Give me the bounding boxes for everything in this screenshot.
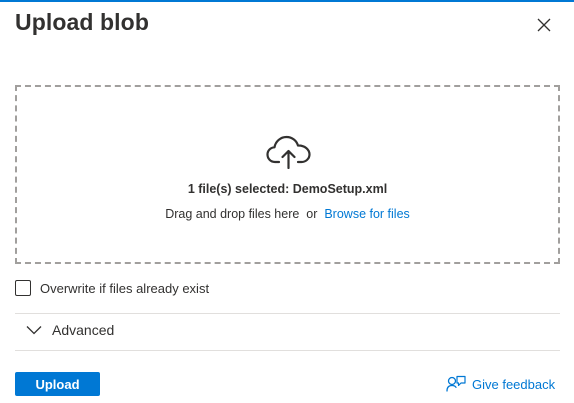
advanced-toggle[interactable]: Advanced: [26, 322, 114, 338]
upload-button[interactable]: Upload: [15, 372, 100, 396]
divider-bottom: [15, 350, 560, 351]
give-feedback-label[interactable]: Give feedback: [472, 377, 555, 392]
overwrite-checkbox[interactable]: [15, 280, 31, 296]
dialog-title: Upload blob: [15, 9, 149, 35]
give-feedback-link[interactable]: Give feedback: [446, 375, 555, 393]
drag-drop-text: Drag and drop files here: [165, 207, 300, 221]
or-text: or: [306, 207, 318, 221]
divider-top: [15, 313, 560, 314]
drag-drop-hint: Drag and drop files here or Browse for f…: [17, 207, 558, 221]
overwrite-option[interactable]: Overwrite if files already exist: [15, 280, 209, 296]
close-button[interactable]: [532, 13, 556, 37]
browse-files-link[interactable]: Browse for files: [324, 207, 409, 221]
feedback-icon: [446, 375, 466, 392]
selected-files-text: 1 file(s) selected: DemoSetup.xml: [187, 182, 388, 196]
file-dropzone[interactable]: 1 file(s) selected: DemoSetup.xml Drag a…: [15, 85, 560, 264]
chevron-down-icon: [26, 326, 42, 335]
close-icon: [537, 18, 551, 32]
advanced-label: Advanced: [52, 322, 115, 338]
top-accent-bar: [0, 0, 574, 2]
overwrite-label[interactable]: Overwrite if files already exist: [40, 281, 209, 296]
cloud-upload-icon: [266, 135, 311, 169]
